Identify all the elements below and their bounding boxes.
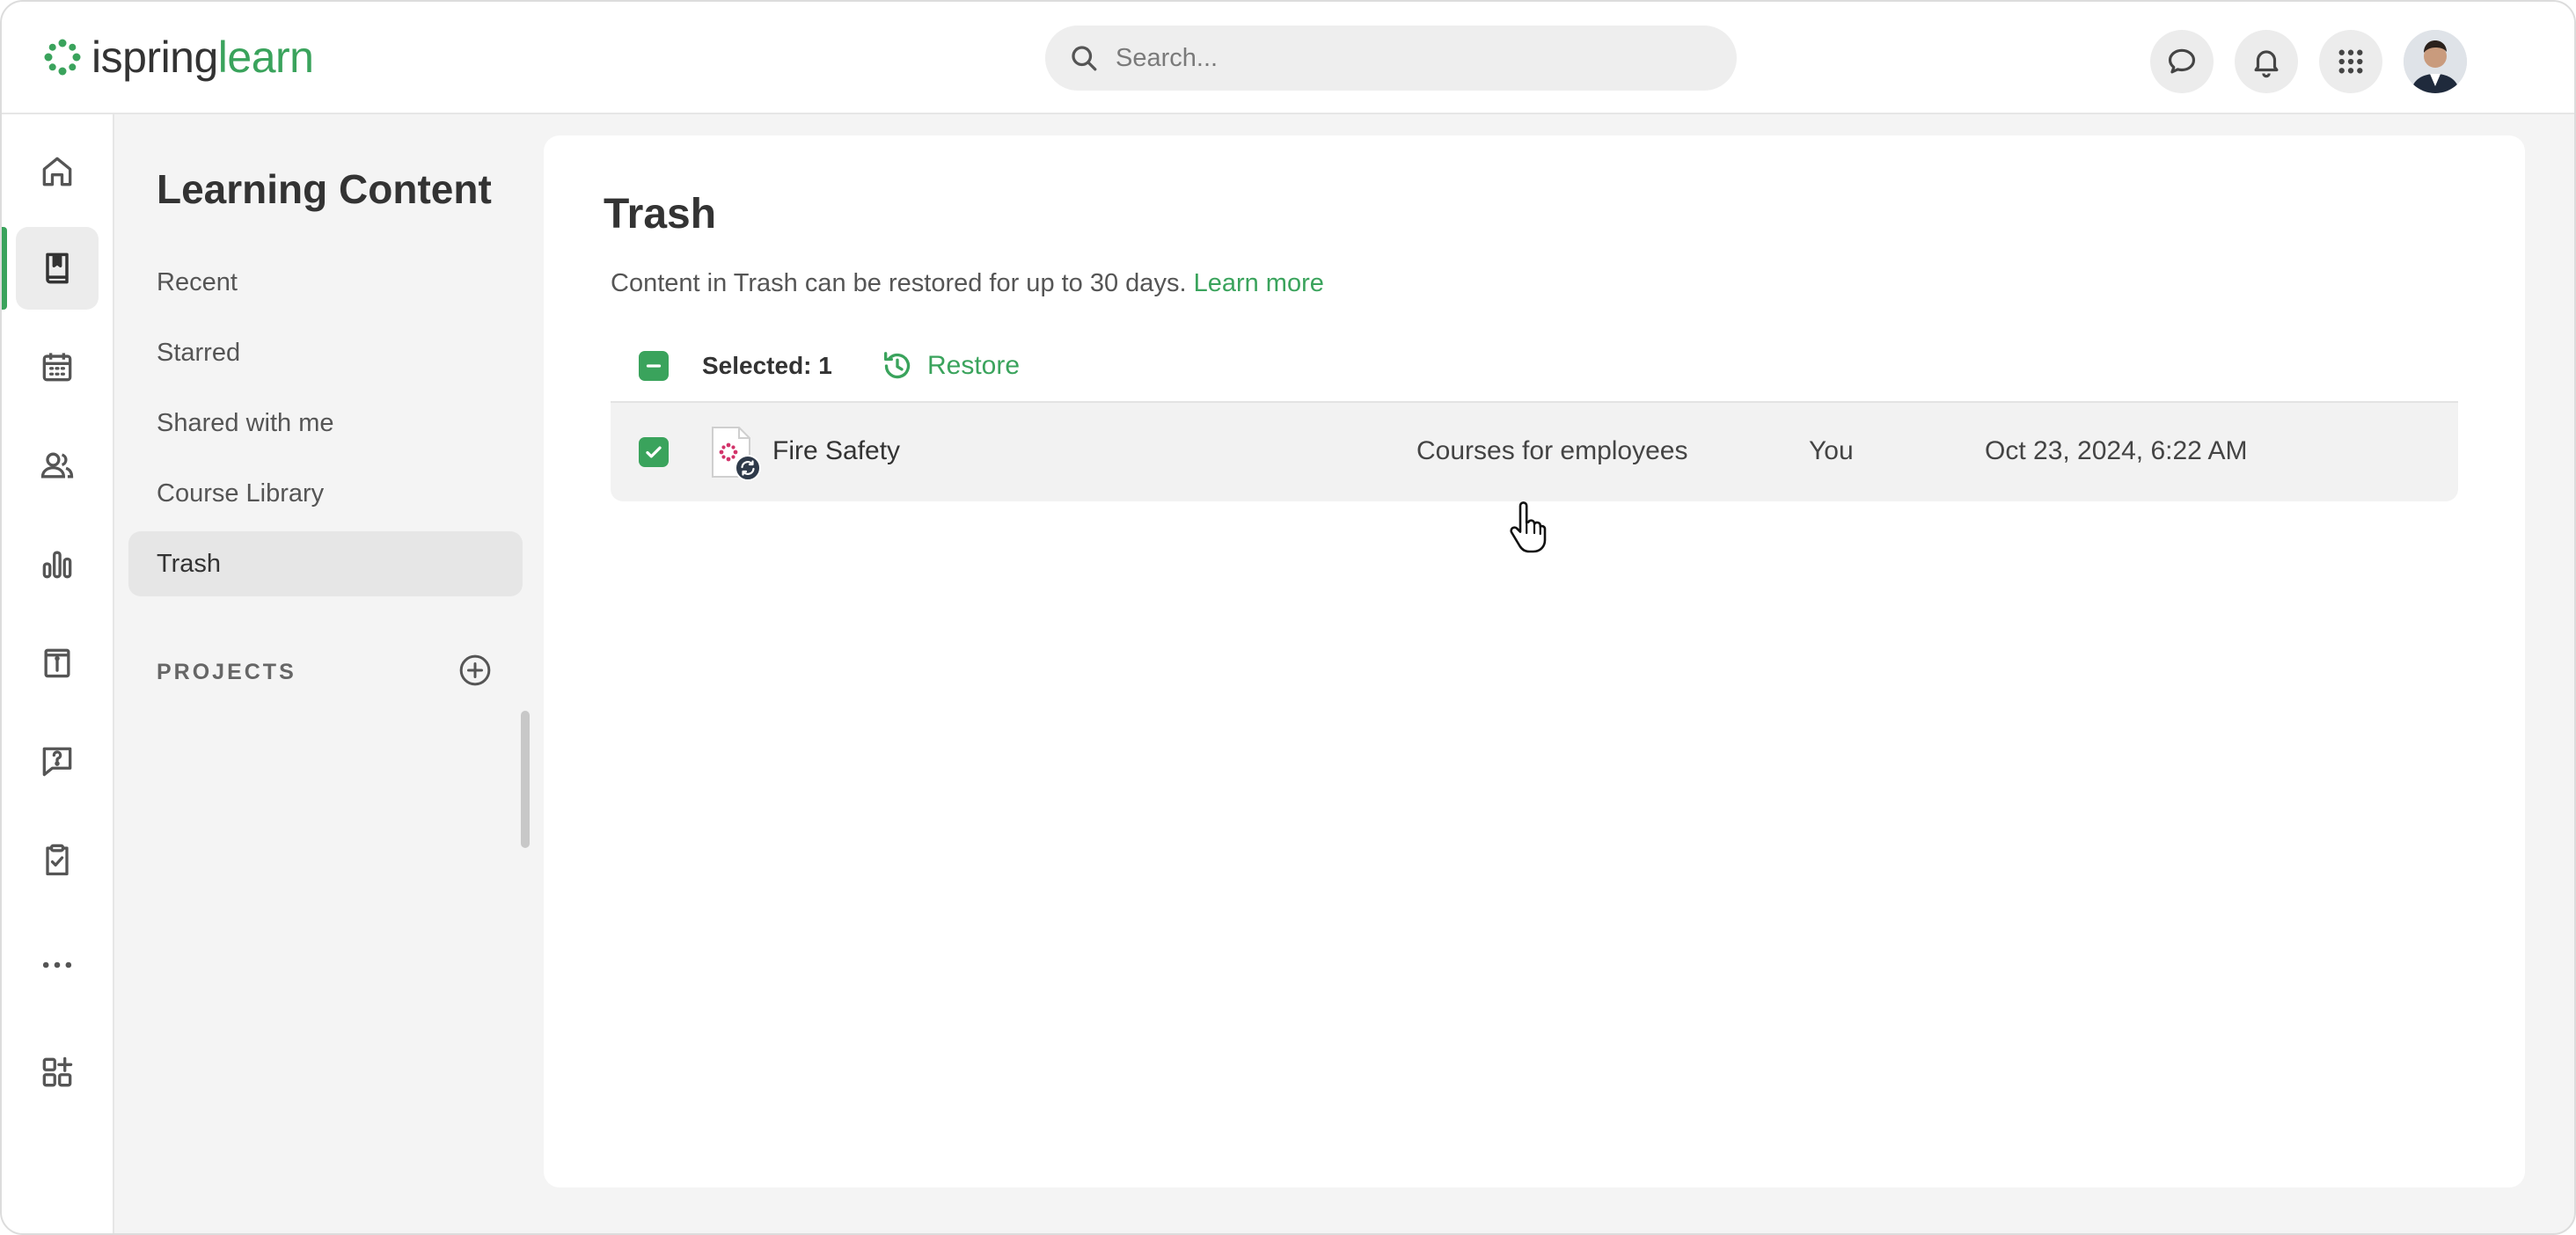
sidebar-scrollbar[interactable] [521,711,530,848]
selected-count: Selected: 1 [702,352,832,379]
content-icon [46,252,69,284]
main-nav-rail [2,114,114,1233]
users-icon [40,452,74,479]
sidebar-title: Learning Content [157,166,492,212]
nav-add-widget[interactable] [16,1031,99,1114]
info-text: Content in Trash can be restored for up … [611,269,1187,297]
chat-icon [2168,48,2196,74]
calendar-icon [42,353,72,382]
restore-icon [884,352,911,379]
app-window: ispringlearn Search... Learning Content … [0,0,2576,1235]
selection-toolbar: Selected: 1 Restore [611,340,2458,392]
search-input[interactable] [1116,43,1679,73]
reports-icon [42,551,72,579]
more-icon [42,961,72,968]
content-panel: Trash Content in Trash can be restored f… [544,135,2525,1188]
search-bar[interactable] [1045,26,1737,91]
restore-label: Restore [927,351,1021,380]
course-file-icon [712,427,761,481]
sidebar-item-starred[interactable]: Starred [128,320,523,385]
learning-content-sidebar: Learning Content Recent Starred Shared w… [116,116,538,1233]
nav-help-chat[interactable] [16,720,99,802]
nav-users[interactable] [16,424,99,507]
table-row[interactable]: Fire Safety Courses for employees You Oc… [611,403,2458,501]
sidebar-item-trash[interactable]: Trash [128,531,523,596]
row-deleted-date: Oct 23, 2024, 6:22 AM [1985,436,2248,465]
apps-button[interactable] [2319,30,2382,93]
bell-icon [2254,50,2279,78]
user-avatar[interactable] [2404,30,2467,93]
row-location: Courses for employees [1416,436,1688,465]
search-icon [1072,46,1097,71]
nav-calendar[interactable] [16,325,99,408]
restore-button[interactable]: Restore [880,345,1020,387]
notifications-button[interactable] [2235,30,2298,93]
info-board-icon [44,648,70,678]
avatar-image [2404,30,2467,93]
sidebar-item-course-library[interactable]: Course Library [128,461,523,526]
add-project-icon[interactable] [457,653,493,688]
nav-assignments[interactable] [16,818,99,901]
sidebar-item-recent[interactable]: Recent [128,250,523,315]
select-all-checkbox[interactable] [639,351,669,381]
sidebar-item-shared-with-me[interactable]: Shared with me [128,391,523,456]
ispring-logo-icon [44,39,81,76]
page-title: Trash [604,191,717,238]
active-indicator [2,227,7,310]
trash-info-text: Content in Trash can be restored for up … [611,269,1324,298]
nav-home[interactable] [16,130,99,213]
row-deleted-by: You [1809,436,1854,465]
row-checkbox[interactable] [639,437,669,467]
add-widget-icon [42,1056,73,1087]
apps-grid-icon [2338,49,2363,74]
nav-reports[interactable] [16,522,99,605]
learn-more-link[interactable]: Learn more [1194,269,1324,297]
minus-icon [646,364,662,368]
chat-button[interactable] [2150,30,2214,93]
nav-info-board[interactable] [16,621,99,704]
check-icon [646,446,662,458]
help-chat-icon [42,747,72,777]
top-header: ispringlearn [2,2,2574,114]
logo-wordmark: ispringlearn [91,33,314,82]
home-icon [42,157,72,186]
assignments-icon [46,844,69,876]
nav-more[interactable] [16,924,99,1006]
ispring-learn-logo[interactable]: ispringlearn [42,32,314,83]
hand-cursor-icon [1510,501,1547,553]
nav-content[interactable] [16,227,99,310]
row-name[interactable]: Fire Safety [772,436,900,466]
projects-heading: PROJECTS [157,660,296,684]
